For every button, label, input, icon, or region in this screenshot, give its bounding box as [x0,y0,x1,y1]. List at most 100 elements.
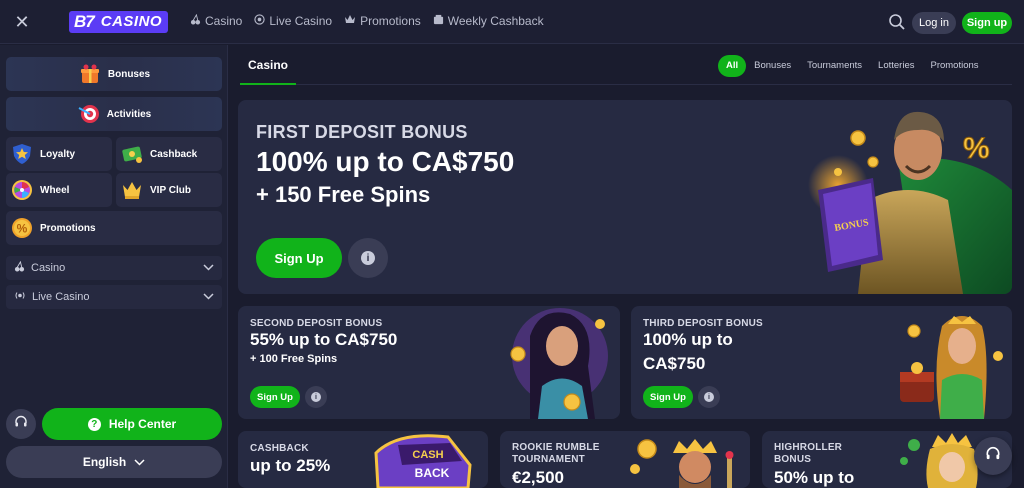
sidebar-item-label: Activities [106,108,152,120]
signup-button[interactable]: Sign up [962,12,1012,34]
hero-title: 100% up to CA$750 [256,146,515,177]
sidebar-item-cashback[interactable]: Cashback [116,137,222,171]
top-bar: ✕ B7 CASINO Casino Live Casino Promotions [0,0,1024,44]
card-character-art [900,316,1003,419]
search-icon[interactable] [888,13,906,31]
close-icon[interactable]: ✕ [12,12,32,32]
logo-word: CASINO [98,11,169,33]
hero-info-button[interactable]: i [348,238,388,278]
filter-all[interactable]: All [718,55,747,77]
target-icon [77,102,101,126]
gift-icon [78,62,102,86]
nav-casino-label: Casino [205,14,243,28]
live-icon [254,14,265,28]
live-icon [14,290,26,304]
sidebar-item-label: VIP Club [150,184,191,196]
sidebar-dropdown-casino[interactable]: Casino [6,256,222,280]
cashback-icon [433,14,444,28]
sidebar: Bonuses Activities Loyalty Cashback Whee… [0,45,228,488]
promo-card-rookie-rumble[interactable]: ROOKIE RUMBLE TOURNAMENT €2,500 [500,431,750,488]
cashback-art-text-2: BACK [415,466,450,480]
hero-character-art: BONUS % [808,111,1012,294]
login-button[interactable]: Log in [912,12,956,34]
card-title: up to 25% [250,456,331,475]
question-icon: ? [87,417,101,431]
main-nav: Casino Live Casino Promotions Weekly Cas… [190,13,544,28]
headset-icon [985,446,1001,467]
sidebar-item-label: Loyalty [40,148,76,160]
card-title: 55% up to CA$750 [250,330,398,349]
sidebar-item-bonuses[interactable]: Bonuses [6,57,222,91]
dropdown-label: Live Casino [32,291,90,303]
sidebar-item-label: Bonuses [107,68,151,80]
nav-weekly-cashback[interactable]: Weekly Cashback [433,14,544,28]
card-title-line1: 100% up to [643,330,733,349]
chevron-down-icon [134,455,145,469]
logo[interactable]: B7 CASINO [69,10,169,34]
crown-icon [344,14,356,28]
card-label-line2: TOURNAMENT [512,454,585,465]
filter-tournaments[interactable]: Tournaments [799,55,870,77]
sidebar-dropdown-live-casino[interactable]: Live Casino [6,285,222,309]
card-title-line2: CA$750 [643,354,706,373]
card-label: SECOND DEPOSIT BONUS [250,318,383,329]
sidebar-item-label: Promotions [40,222,96,234]
card-info-button[interactable]: i [698,386,720,408]
filter-promotions[interactable]: Promotions [922,55,986,77]
sidebar-item-activities[interactable]: Activities [6,97,222,131]
card-label: THIRD DEPOSIT BONUS [643,318,763,329]
filter-tabs: All Bonuses Tournaments Lotteries Promot… [718,55,987,77]
card-character-art [510,308,608,419]
chevron-down-icon [203,263,214,274]
filter-bonuses[interactable]: Bonuses [746,55,799,77]
divider [240,84,1012,85]
sidebar-item-loyalty[interactable]: Loyalty [6,137,112,171]
card-label-line2: BONUS [774,454,812,465]
card-label-line1: ROOKIE RUMBLE [512,442,600,453]
card-title: €2,500 [512,468,564,487]
filter-lotteries[interactable]: Lotteries [870,55,922,77]
hero-banner: FIRST DEPOSIT BONUS 100% up to CA$750 + … [238,100,1012,294]
svg-text:%: % [963,132,990,165]
language-label: English [82,455,127,469]
card-signup-button[interactable]: Sign Up [250,386,300,408]
sidebar-item-vip-club[interactable]: VIP Club [116,173,222,207]
card-cashback-art: CASH BACK [374,434,472,488]
promo-card-third-deposit[interactable]: THIRD DEPOSIT BONUS 100% up to CA$750 Si… [631,306,1012,419]
card-info-button[interactable]: i [305,386,327,408]
card-subtitle: + 100 Free Spins [250,353,338,365]
card-title: 50% up to [774,468,855,487]
nav-promotions-label: Promotions [360,14,421,28]
nav-live-casino[interactable]: Live Casino [254,14,332,28]
help-center-label: Help Center [108,417,177,431]
floating-support-button[interactable] [974,437,1012,475]
money-icon [120,142,144,166]
info-icon: i [311,392,321,402]
chevron-down-icon [203,292,214,303]
card-label-line1: HIGHROLLER [774,442,843,453]
logo-mark: B7 [69,11,99,33]
hero-signup-button[interactable]: Sign Up [256,238,342,278]
hero-subtitle: + 150 Free Spins [256,182,431,207]
cherries-icon [190,13,201,28]
promo-card-cashback[interactable]: CASHBACK up to 25% CASH BACK [238,431,488,488]
info-icon: i [704,392,714,402]
nav-promotions[interactable]: Promotions [344,14,421,28]
percent-icon: % [10,216,34,240]
language-select[interactable]: English [6,446,222,478]
sidebar-item-promotions[interactable]: % Promotions [6,211,222,245]
tab-casino[interactable]: Casino [240,58,296,72]
nav-weekly-cashback-label: Weekly Cashback [447,14,544,28]
nav-live-casino-label: Live Casino [269,14,333,28]
promo-card-second-deposit[interactable]: SECOND DEPOSIT BONUS 55% up to CA$750 + … [238,306,620,419]
nav-casino[interactable]: Casino [190,13,243,28]
shield-icon [10,142,34,166]
sidebar-item-label: Wheel [40,184,70,196]
cherries-icon [14,260,25,275]
wheel-icon [10,178,34,202]
help-center-button[interactable]: ? Help Center [42,408,222,440]
headset-icon [14,415,28,434]
support-button[interactable] [6,409,36,439]
sidebar-item-wheel[interactable]: Wheel [6,173,112,207]
card-signup-button[interactable]: Sign Up [643,386,693,408]
